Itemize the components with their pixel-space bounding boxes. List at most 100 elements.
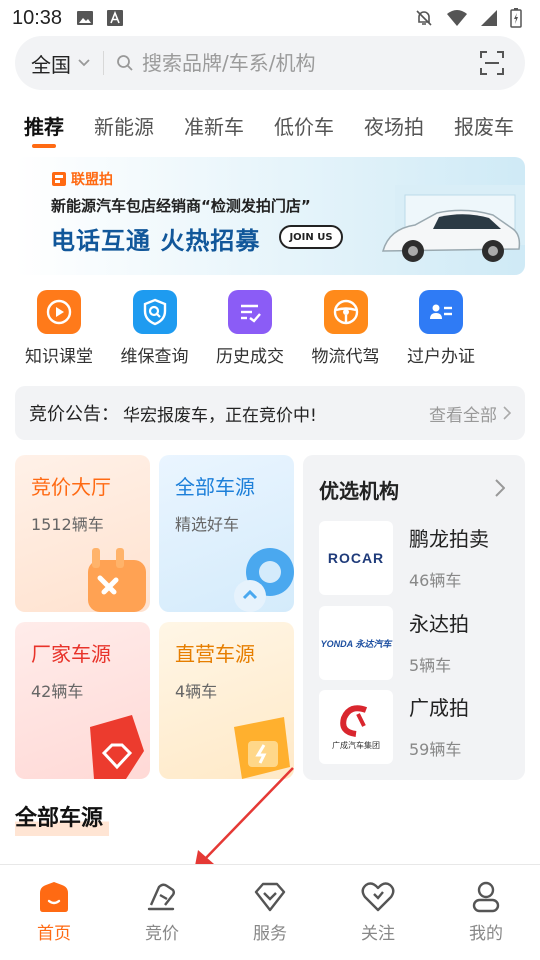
org-count: 5辆车 (409, 656, 452, 675)
brand-logo-icon (52, 172, 66, 186)
bottom-nav: 首页 竞价 服务 关注 我的 (0, 864, 540, 960)
signal-icon (481, 10, 497, 26)
quick-link-label: 物流代驾 (311, 347, 380, 367)
heart-icon (361, 882, 395, 912)
card-subtitle: 1512辆车 (31, 515, 104, 534)
quick-links: 知识课堂 维保查询 历史成交 物流代驾 过户办证 (15, 290, 485, 367)
notice-title: 竞价公告： (29, 404, 119, 425)
quick-link-logistics[interactable]: 物流代驾 (302, 290, 390, 367)
quick-link-history[interactable]: 历史成交 (206, 290, 294, 367)
tab-recommend[interactable]: 推荐 (24, 111, 64, 148)
preferred-orgs-panel: 优选机构 ROCAR 鹏龙拍卖 46辆车 YONDA 永达汽车 永达拍 5辆车 … (303, 455, 525, 780)
car-illustration (382, 185, 525, 262)
org-logo: YONDA 永达汽车 (319, 606, 393, 680)
org-item[interactable]: ROCAR 鹏龙拍卖 46辆车 (319, 521, 515, 595)
wifi-icon (447, 10, 467, 26)
promo-banner[interactable]: 联盟拍 新能源汽车包店经销商“检测发拍门店” 电话互通 火热招募 JOIN US (15, 157, 525, 275)
search-bar: 全国 (15, 36, 525, 90)
nav-follow[interactable]: 关注 (324, 865, 432, 960)
search-shield-icon (132, 290, 177, 334)
category-tabs: 推荐 新能源 准新车 低价车 夜场拍 报废车 (0, 100, 540, 150)
tab-low-price[interactable]: 低价车 (274, 111, 334, 140)
quick-link-label: 知识课堂 (25, 347, 93, 367)
quick-link-maintenance[interactable]: 维保查询 (111, 290, 199, 367)
org-count: 46辆车 (409, 571, 462, 590)
chevron-right-icon[interactable] (495, 479, 505, 497)
org-logo-text: 广成汽车集团 (332, 740, 380, 750)
card-subtitle: 42辆车 (31, 682, 84, 701)
nav-label: 竞价 (145, 924, 179, 944)
banner-slogan: 电话互通 火热招募 (51, 227, 261, 255)
play-icon (37, 290, 81, 334)
join-us-badge: JOIN US (279, 225, 343, 249)
nav-auction[interactable]: 竞价 (108, 865, 216, 960)
chevron-right-icon (503, 406, 511, 420)
steering-wheel-icon (323, 290, 368, 334)
tab-nearly-new[interactable]: 准新车 (184, 111, 244, 140)
nav-label: 首页 (37, 924, 71, 944)
region-label: 全国 (31, 52, 71, 77)
card-title: 直营车源 (175, 642, 255, 666)
diamond-icon (254, 882, 286, 912)
auction-notice[interactable]: 竞价公告： 华宏报废车，正在竞价中! 查看全部 (15, 386, 525, 440)
nav-label: 我的 (469, 924, 503, 944)
quick-link-knowledge[interactable]: 知识课堂 (15, 290, 103, 367)
scan-icon[interactable] (479, 50, 505, 76)
orgs-title: 优选机构 (319, 479, 399, 503)
banner-brand-text: 联盟拍 (71, 172, 113, 188)
region-selector[interactable]: 全国 (31, 49, 91, 78)
banner-headline: 新能源汽车包店经销商“检测发拍门店” (51, 197, 311, 215)
nav-label: 关注 (361, 924, 395, 944)
all-sources-card[interactable]: 全部车源 精选好车 (159, 455, 294, 612)
tab-new-energy[interactable]: 新能源 (94, 111, 154, 140)
chevron-down-icon (78, 59, 90, 67)
org-name: 鹏龙拍卖 (409, 527, 489, 551)
org-logo-text: YONDA 永达汽车 (320, 638, 392, 649)
card-subtitle: 4辆车 (175, 682, 218, 701)
nav-mine[interactable]: 我的 (432, 865, 540, 960)
org-name: 永达拍 (409, 612, 469, 636)
view-all-link[interactable]: 查看全部 (429, 401, 511, 426)
lightning-card-decoration-icon (234, 717, 290, 779)
gavel-icon (147, 883, 175, 911)
status-bar: 10:38 (0, 0, 540, 36)
section-title: 全部车源 (15, 800, 110, 836)
card-title: 厂家车源 (31, 642, 111, 666)
org-name: 广成拍 (409, 696, 469, 720)
search-divider (103, 51, 104, 75)
font-icon (107, 10, 124, 26)
image-icon (77, 11, 94, 25)
tab-night-auction[interactable]: 夜场拍 (364, 111, 424, 140)
notice-text: 华宏报废车，正在竞价中! (123, 405, 317, 426)
org-logo: ROCAR (319, 521, 393, 595)
factory-sources-card[interactable]: 厂家车源 42辆车 (15, 622, 150, 779)
nav-service[interactable]: 服务 (216, 865, 324, 960)
nav-label: 服务 (253, 924, 287, 944)
auction-hall-card[interactable]: 竞价大厅 1512辆车 (15, 455, 150, 612)
banner-brand: 联盟拍 (51, 169, 113, 189)
home-icon (40, 882, 68, 912)
guangcheng-logo-icon (340, 704, 368, 737)
diamond-badge-decoration-icon (90, 715, 144, 779)
id-card-icon (419, 290, 463, 334)
org-item[interactable]: 广成汽车集团 广成拍 59辆车 (319, 690, 515, 764)
mute-bell-icon (416, 10, 432, 26)
quick-link-label: 过户办证 (407, 347, 475, 367)
gavel-decoration-icon (88, 548, 146, 612)
search-icon (117, 55, 133, 71)
person-icon (472, 881, 500, 913)
quick-link-transfer[interactable]: 过户办证 (397, 290, 485, 367)
direct-sources-card[interactable]: 直营车源 4辆车 (159, 622, 294, 779)
quick-link-label: 历史成交 (216, 347, 284, 367)
card-title: 竞价大厅 (31, 475, 111, 499)
quick-link-label: 维保查询 (120, 347, 189, 367)
tab-scrap-car[interactable]: 报废车 (454, 111, 514, 140)
search-input[interactable] (142, 51, 479, 75)
org-logo: 广成汽车集团 (319, 690, 393, 764)
magnifier-decoration-icon (234, 548, 294, 612)
status-time: 10:38 (12, 6, 63, 29)
org-logo-text: ROCAR (327, 550, 385, 566)
card-title: 全部车源 (175, 475, 255, 499)
org-item[interactable]: YONDA 永达汽车 永达拍 5辆车 (319, 606, 515, 680)
nav-home[interactable]: 首页 (0, 865, 108, 960)
